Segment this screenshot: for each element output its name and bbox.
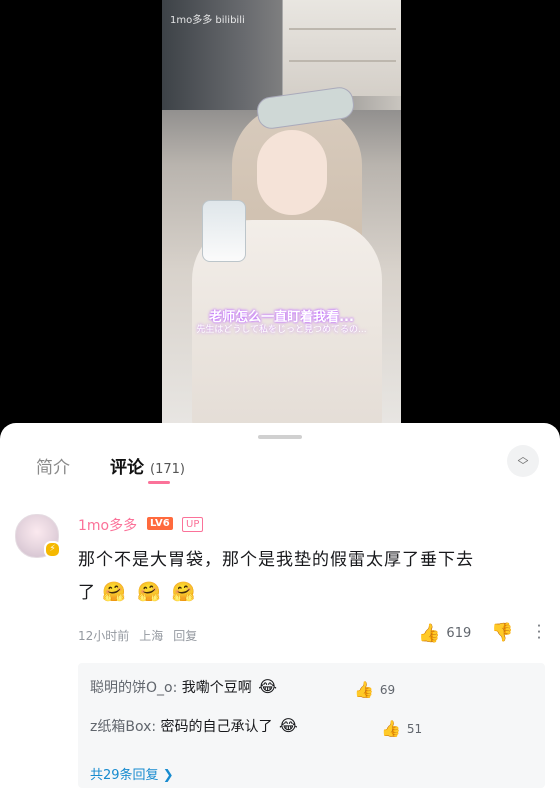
active-tab-indicator [148,481,170,484]
reply-like-count: 51 [406,721,423,736]
thumbs-up-icon: 👍 [354,680,374,699]
reply-text: 密码的自己承认了 [160,719,273,735]
reply-button[interactable]: 回复 [173,629,197,643]
sheet-drag-handle[interactable] [258,435,302,439]
comment-text-line2: 了 [78,583,96,603]
shelf [289,28,396,30]
subtitle-japanese: 先生はどうして私をじっと見つめてるの... [196,325,367,335]
thumbs-down-icon[interactable]: 👍 [491,621,513,642]
reply-username[interactable]: z纸箱Box: [90,719,156,735]
video-frame[interactable]: 1mo多多 bilibili 老师怎么一直盯着我看... 先生はどうして私をじっ… [162,0,401,436]
collapse-button[interactable]: ︿ ﹀ [507,445,539,477]
character-face [257,130,327,215]
more-vertical-icon[interactable]: · · · [536,619,542,646]
up-badge: UP [182,517,204,532]
collapse-chevron-icon: ︿ ﹀ [517,450,529,472]
comment-meta: 12小时前 上海 回复 [78,627,207,644]
emoji-icon: 🤗 [137,581,162,603]
comment-text: 那个不是大胃袋，那个是我垫的假雷太厚了垂下去 了 🤗 🤗 🤗 [78,544,538,609]
comment-sheet: 简介 评论 (171) ︿ ﹀ ⚡ 1mo多多 LV6 UP 那个不是大胃袋，那个是… [0,423,560,800]
chevron-right-icon: ❯ [162,768,174,783]
video-cabinet [282,0,401,96]
comment-text-line1: 那个不是大胃袋，那个是我垫的假雷太厚了垂下去 [78,550,474,570]
emoji-icon: 🤗 [102,581,128,603]
comment-time: 12小时前 [78,629,130,643]
reply-like-count: 69 [379,682,396,697]
tab-comments[interactable]: 评论 (171) [110,453,185,478]
tab-intro[interactable]: 简介 [36,453,70,478]
view-more-replies-link[interactable]: 共29条回复 ❯ [90,764,174,783]
video-player[interactable]: 1mo多多 bilibili 老师怎么一直盯着我看... 先生はどうして私をじっ… [0,0,560,436]
reply-list: 聪明的饼O_o: 我嘞个豆啊 😂 👍 69 z纸箱Box: 密码的自己承认了 😂… [78,663,545,788]
thumbs-up-icon: 👍 [418,623,441,644]
level-badge: LV6 [147,517,173,530]
like-count: 619 [446,626,472,641]
reply-item[interactable]: z纸箱Box: 密码的自己承认了 😂 [90,716,298,736]
video-watermark: 1mo多多 bilibili [170,15,245,26]
view-more-label: 共29条回复 [90,768,159,783]
comment-location: 上海 [139,629,164,643]
laughing-emoji-icon: 😂 [279,716,298,735]
reply-like-button[interactable]: 👍 69 [354,680,395,699]
comment-username[interactable]: 1mo多多 [78,515,137,535]
reply-item[interactable]: 聪明的饼O_o: 我嘞个豆啊 😂 [90,677,277,697]
like-button[interactable]: 👍 619 [418,623,471,644]
tab-comments-label: 评论 [110,458,144,478]
milk-glass [202,200,246,262]
emoji-icon: 🤗 [171,581,197,603]
comment-count: (171) [150,462,185,477]
reply-text: 我嘞个豆啊 [181,680,252,696]
comment-text-line2-row: 了 🤗 🤗 🤗 [78,576,538,609]
reply-like-button[interactable]: 👍 51 [381,719,422,738]
laughing-emoji-icon: 😂 [258,677,277,696]
verified-badge-icon: ⚡ [44,541,61,558]
reply-username[interactable]: 聪明的饼O_o: [90,680,177,696]
thumbs-up-icon: 👍 [381,719,401,738]
shelf [289,60,396,62]
